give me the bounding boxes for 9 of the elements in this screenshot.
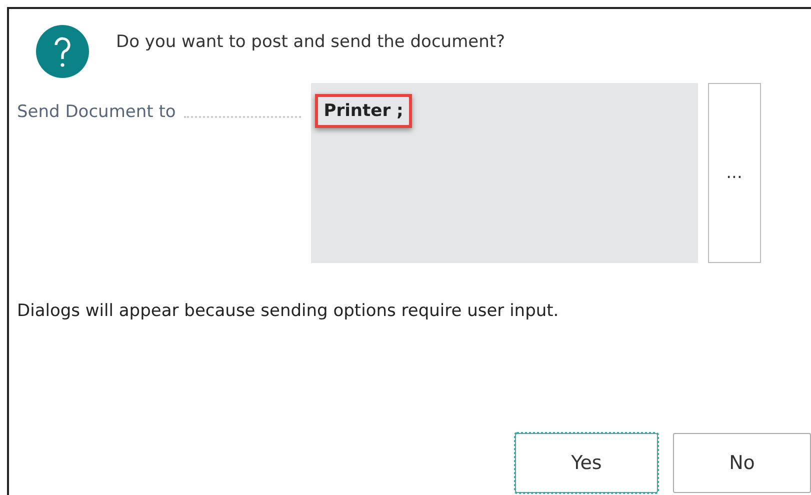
field-value: Printer ; <box>314 94 412 128</box>
dialog-question: Do you want to post and send the document? <box>116 32 506 52</box>
question-icon <box>36 25 89 78</box>
lookup-button[interactable]: ... <box>708 83 761 263</box>
dialog-button[interactable]: No <box>673 433 811 493</box>
field-label: Send Document to <box>17 102 176 124</box>
send-to-field[interactable]: Printer ; <box>310 83 698 263</box>
info-message: Dialogs will appear because sending options require user input. <box>17 301 560 321</box>
dialog-button[interactable]: Yes <box>515 433 658 493</box>
